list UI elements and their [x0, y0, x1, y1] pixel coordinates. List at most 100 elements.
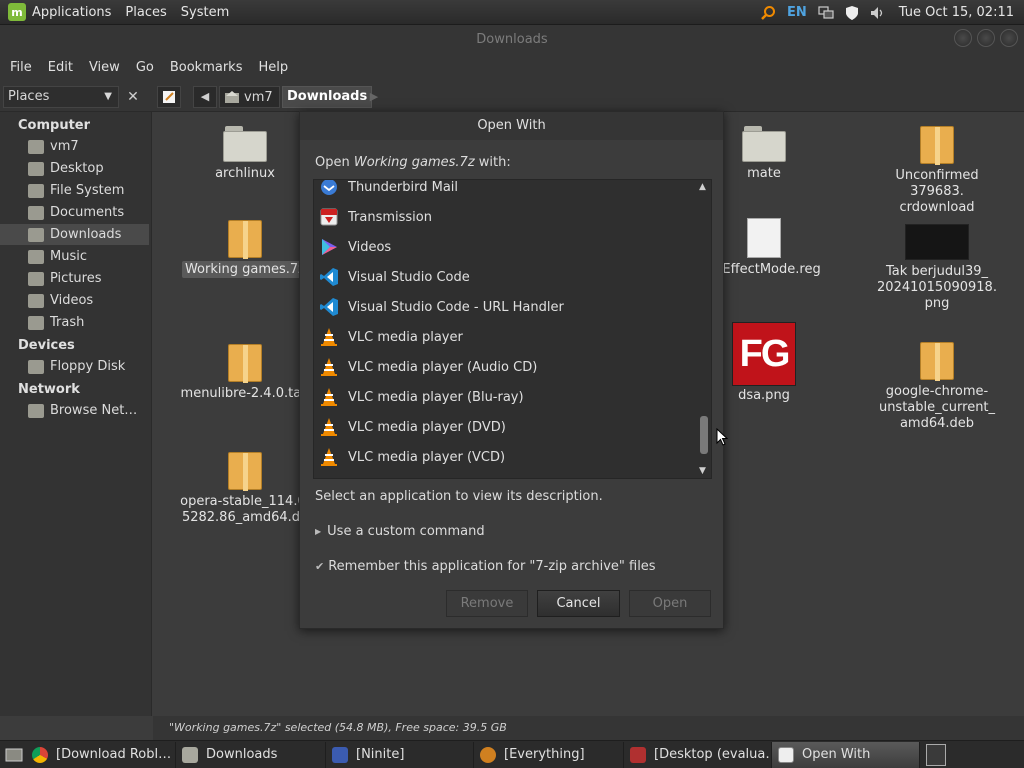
status-bar: "Working games.7z" selected (54.8 MB), F… — [153, 716, 1024, 740]
menu-view[interactable]: View — [89, 60, 120, 75]
menu-places[interactable]: Places — [125, 5, 166, 20]
sidebar-item-vm7[interactable]: vm7 — [0, 136, 149, 157]
everything-icon — [480, 746, 496, 763]
taskbar-item-chrome[interactable]: [Download Robl… — [26, 741, 176, 768]
file-item[interactable]: archlinux — [180, 126, 310, 182]
menu-applications[interactable]: Applications — [32, 5, 111, 20]
app-item-vlc-blu-ray[interactable]: VLC media player (Blu-ray) — [314, 382, 698, 412]
chrome-icon — [32, 746, 48, 763]
menu-go[interactable]: Go — [136, 60, 154, 75]
top-panel: m Applications Places System EN Tue Oct … — [0, 0, 1024, 25]
sidebar-item-music[interactable]: Music — [0, 246, 149, 267]
remember-checkbox[interactable]: ✔ Remember this application for "7-zip a… — [315, 559, 656, 574]
keyboard-layout-indicator[interactable]: EN — [787, 5, 807, 20]
sidebar-item-label: Desktop — [50, 161, 104, 176]
sidebar-item-label: Browse Net… — [50, 403, 138, 418]
file-item[interactable]: Tak berjudul39_ 20241015090918. png — [872, 224, 1002, 312]
breadcrumb-home[interactable]: vm7 — [219, 86, 280, 108]
file-label: Tak berjudul39_ — [885, 264, 988, 279]
downloads-folder-icon — [28, 227, 44, 242]
scrollbar-thumb[interactable] — [700, 416, 708, 454]
open-button[interactable]: Open — [629, 590, 711, 617]
app-item-vscode-url-handler[interactable]: Visual Studio Code - URL Handler — [314, 292, 698, 322]
app-item-vlc-audio-cd[interactable]: VLC media player (Audio CD) — [314, 352, 698, 382]
edit-location-button[interactable] — [157, 86, 181, 108]
taskbar-item-open-with[interactable]: Open With — [772, 741, 920, 768]
rdp-icon — [630, 746, 646, 763]
file-label: archlinux — [215, 166, 275, 181]
volume-icon[interactable] — [869, 4, 887, 22]
sidebar-item-label: Documents — [50, 205, 125, 220]
menu-help[interactable]: Help — [258, 60, 288, 75]
menu-bookmarks[interactable]: Bookmarks — [170, 60, 243, 75]
dialog-title[interactable]: Open With — [300, 112, 723, 140]
menu-file[interactable]: File — [10, 60, 32, 75]
breadcrumb-current[interactable]: Downloads — [282, 86, 373, 108]
mint-logo-icon[interactable]: m — [8, 3, 26, 21]
taskbar-item-ninite[interactable]: [Ninite] — [326, 741, 474, 768]
mouse-pointer-icon — [716, 428, 728, 446]
scroll-down-icon[interactable]: ▼ — [699, 466, 706, 476]
maximize-button[interactable] — [977, 29, 995, 47]
remove-button[interactable]: Remove — [446, 590, 528, 617]
vlc-icon — [318, 416, 340, 438]
scroll-up-icon[interactable]: ▲ — [699, 182, 706, 192]
sidebar-item-file-system[interactable]: File System — [0, 180, 149, 201]
close-sidebar-icon[interactable]: ✕ — [122, 86, 144, 108]
taskbar-item-downloads[interactable]: Downloads — [176, 741, 326, 768]
app-label: Videos — [348, 239, 392, 255]
taskbar: [Download Robl… Downloads [Ninite] [Ever… — [0, 740, 1024, 768]
sidebar-item-browse-network[interactable]: Browse Net… — [0, 400, 149, 421]
menu-system[interactable]: System — [181, 5, 229, 20]
list-scrollbar[interactable]: ▲ ▼ — [697, 180, 711, 478]
file-item[interactable]: opera-stable_114.0. 5282.86_amd64.de — [180, 452, 310, 526]
window-controls — [949, 29, 1018, 47]
application-list[interactable]: Thunderbird Mail Transmission Videos Vis… — [313, 179, 712, 479]
minimize-button[interactable] — [954, 29, 972, 47]
taskbar-item-remote-desktop[interactable]: [Desktop (evalua… — [624, 741, 772, 768]
close-button[interactable] — [1000, 29, 1018, 47]
window-titlebar[interactable]: Downloads — [0, 25, 1024, 53]
app-item-vlc-dvd[interactable]: VLC media player (DVD) — [314, 412, 698, 442]
app-item-videos[interactable]: Videos — [314, 232, 698, 262]
workspace-switcher[interactable] — [926, 743, 946, 766]
app-item-vscode[interactable]: Visual Studio Code — [314, 262, 698, 292]
vlc-icon — [318, 356, 340, 378]
file-label: Working games.7z — [181, 261, 309, 278]
sidebar-item-downloads[interactable]: Downloads — [0, 224, 149, 245]
archive-icon — [228, 220, 262, 259]
network-icon[interactable] — [817, 4, 835, 22]
cancel-button[interactable]: Cancel — [537, 590, 620, 617]
sidebar-item-label: Trash — [50, 315, 85, 330]
search-icon[interactable] — [759, 4, 777, 22]
sidebar-item-trash[interactable]: Trash — [0, 312, 149, 333]
app-item-vlc[interactable]: VLC media player — [314, 322, 698, 352]
file-item[interactable]: menulibre-2.4.0.tar. — [180, 344, 310, 402]
clock[interactable]: Tue Oct 15, 02:11 — [899, 5, 1014, 20]
dialog-prompt: Open Working games.7z with: — [315, 155, 511, 170]
shield-icon[interactable] — [843, 4, 861, 22]
taskbar-item-everything[interactable]: [Everything] — [474, 741, 624, 768]
sidebar-type-select[interactable]: Places ▼ — [3, 86, 119, 108]
file-item[interactable]: google-chrome- unstable_current_ amd64.d… — [872, 342, 1002, 432]
app-item-vlc-vcd[interactable]: VLC media player (VCD) — [314, 442, 698, 472]
app-label: Transmission — [348, 209, 432, 225]
app-item-thunderbird[interactable]: Thunderbird Mail — [314, 180, 698, 202]
breadcrumb-forward-button[interactable]: ▶ — [364, 86, 384, 108]
sidebar-item-pictures[interactable]: Pictures — [0, 268, 149, 289]
sidebar-item-floppy-disk[interactable]: Floppy Disk — [0, 356, 149, 377]
desktop-folder-icon — [28, 161, 44, 176]
sidebar-item-videos[interactable]: Videos — [0, 290, 149, 311]
app-label: VLC media player (Blu-ray) — [348, 389, 524, 405]
sidebar-item-documents[interactable]: Documents — [0, 202, 149, 223]
menu-edit[interactable]: Edit — [48, 60, 73, 75]
file-item[interactable]: Working games.7z — [180, 220, 310, 278]
file-label-line2: 20241015090918. — [877, 280, 997, 295]
file-item[interactable]: Unconfirmed 379683. crdownload — [872, 126, 1002, 216]
app-item-transmission[interactable]: Transmission — [314, 202, 698, 232]
custom-command-expander[interactable]: ▶ Use a custom command — [315, 524, 485, 539]
sidebar-item-desktop[interactable]: Desktop — [0, 158, 149, 179]
breadcrumb-back-button[interactable]: ◀ — [193, 86, 217, 108]
folder-icon — [742, 126, 786, 162]
show-desktop-icon[interactable] — [2, 744, 26, 766]
